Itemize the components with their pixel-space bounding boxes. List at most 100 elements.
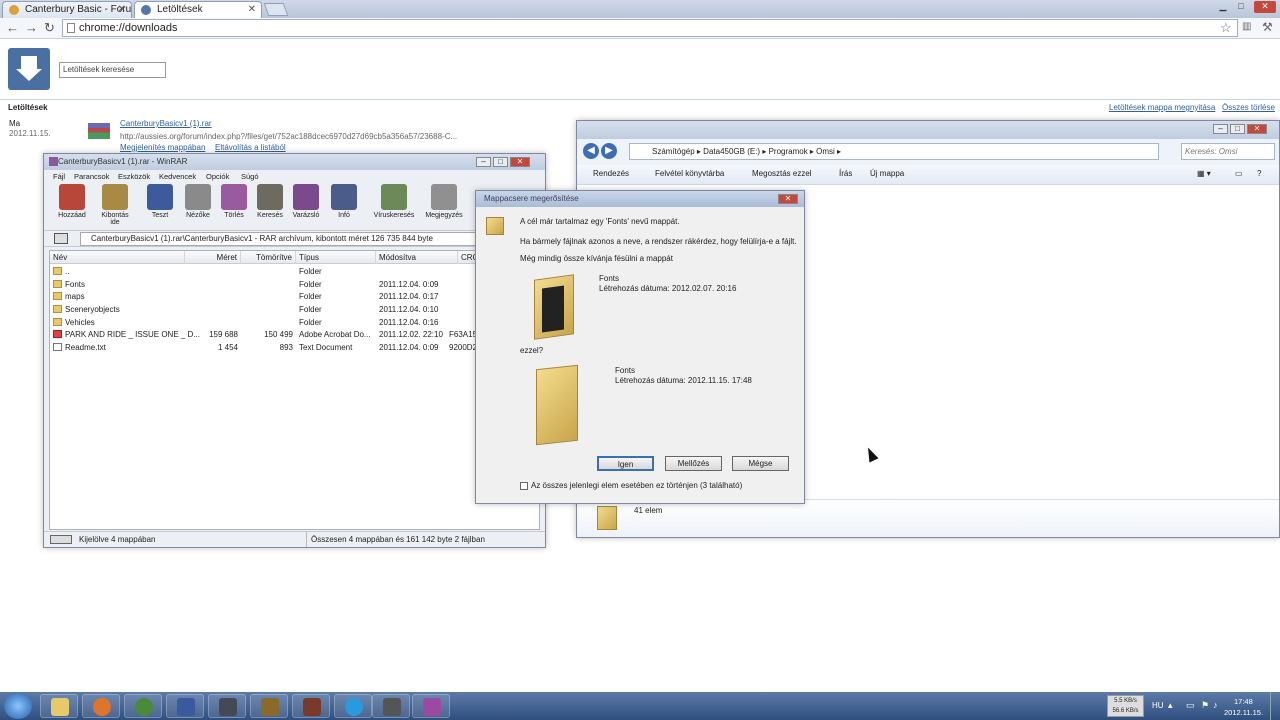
view-options-icon[interactable]: ▦ ▾ xyxy=(1197,165,1211,183)
tool-add[interactable]: Hozzáad xyxy=(54,184,90,226)
tool-comment[interactable]: Megjegyzés xyxy=(422,184,466,226)
forward-arrow-icon[interactable]: ▶ xyxy=(601,143,617,159)
tray-display-icon[interactable]: ▭ xyxy=(1186,700,1195,711)
taskbar-winrar[interactable] xyxy=(412,694,450,718)
back-arrow-icon[interactable]: ← xyxy=(6,20,19,35)
archive-path[interactable]: CanterburyBasicv1 (1).rar\CanterburyBasi… xyxy=(80,232,540,246)
taskbar-notepad[interactable] xyxy=(166,694,204,718)
help-icon[interactable]: ? xyxy=(1257,165,1261,183)
tray-flag-icon[interactable]: ⚑ xyxy=(1201,700,1209,711)
new-tab-button[interactable] xyxy=(263,3,289,16)
explorer-search-input[interactable]: Keresés: Omsi xyxy=(1181,143,1275,160)
organize-button[interactable]: Rendezés xyxy=(593,165,629,183)
tool-find[interactable]: Keresés xyxy=(252,184,288,226)
clock-date[interactable]: 2012.11.15. xyxy=(1224,708,1263,717)
tab-downloads[interactable]: Letöltések ✕ xyxy=(134,1,262,18)
preview-pane-icon[interactable]: ▭ xyxy=(1235,165,1243,183)
menu-file[interactable]: Fájl xyxy=(53,171,65,183)
language-indicator[interactable]: HU xyxy=(1152,701,1164,710)
skip-button[interactable]: Mellőzés xyxy=(665,456,722,471)
yes-button[interactable]: Igen xyxy=(597,456,654,471)
show-desktop-button[interactable] xyxy=(1270,692,1280,720)
remove-from-list-link[interactable]: Eltávolítás a listából xyxy=(215,143,286,152)
close-icon[interactable]: ✕ xyxy=(118,2,126,17)
column-packed[interactable]: Tömörítve xyxy=(241,251,296,264)
menu-favorites[interactable]: Kedvencek xyxy=(159,171,196,183)
reload-icon[interactable]: ↻ xyxy=(44,20,55,36)
table-row[interactable]: Fonts Folder 2011.12.04. 0:09 xyxy=(50,279,539,292)
minimize-button[interactable]: – xyxy=(1213,124,1228,134)
star-icon[interactable]: ☆ xyxy=(1220,20,1232,36)
menu-help[interactable]: Súgó xyxy=(241,171,259,183)
table-row[interactable]: PARK AND RIDE _ ISSUE ONE _ D... 159 688… xyxy=(50,329,539,342)
table-row[interactable]: Readme.txt 1 454 893 Text Document 2011.… xyxy=(50,342,539,355)
address-bar[interactable]: chrome://downloads xyxy=(62,19,1238,37)
maximize-button[interactable]: □ xyxy=(1230,124,1245,134)
tray-arrow-icon[interactable]: ▴ xyxy=(1168,700,1173,711)
folder-warning-icon xyxy=(486,217,504,235)
window-title: CanterburyBasicv1 (1).rar - WinRAR xyxy=(58,157,188,166)
explorer-breadcrumb[interactable]: Számítógép ▸ Data450GB (E:) ▸ Programok … xyxy=(629,143,1159,160)
table-row[interactable]: Vehicles Folder 2011.12.04. 0:16 xyxy=(50,317,539,330)
maximize-button[interactable]: □ xyxy=(1234,1,1248,13)
tool-view[interactable]: Nézőke xyxy=(180,184,216,226)
clear-all-link[interactable]: Összes törlése xyxy=(1222,103,1275,112)
taskbar-steam[interactable] xyxy=(208,694,246,718)
breadcrumb-item[interactable]: Számítógép xyxy=(652,147,695,156)
taskbar-winamp[interactable] xyxy=(250,694,288,718)
new-folder-button[interactable]: Új mappa xyxy=(870,165,904,183)
apply-to-all-checkbox[interactable] xyxy=(520,482,528,490)
taskbar-chrome[interactable] xyxy=(124,694,162,718)
bars-icon[interactable]: ▥ xyxy=(1242,21,1251,32)
tool-info[interactable]: Infó xyxy=(326,184,362,226)
download-file-link[interactable]: CanterburyBasicv1 (1).rar xyxy=(120,119,212,128)
breadcrumb-item[interactable]: Omsi xyxy=(816,147,835,156)
open-downloads-folder-link[interactable]: Letöltések mappa megnyitása xyxy=(1109,103,1215,112)
table-row[interactable]: maps Folder 2011.12.04. 0:17 xyxy=(50,291,539,304)
tab-canterbury-forum[interactable]: Canterbury Basic - Forum ✕ xyxy=(2,1,132,18)
column-name[interactable]: Név xyxy=(50,251,185,264)
maximize-button[interactable]: □ xyxy=(493,157,508,167)
taskbar-game[interactable] xyxy=(372,694,410,718)
cancel-button[interactable]: Mégse xyxy=(732,456,789,471)
menu-tools[interactable]: Eszközök xyxy=(118,171,150,183)
show-in-folder-link[interactable]: Megjelenítés mappában xyxy=(120,143,205,152)
tray-volume-icon[interactable]: ♪ xyxy=(1213,700,1218,710)
tool-virus-scan[interactable]: Víruskeresés xyxy=(372,184,416,226)
close-dialog-button[interactable]: ✕ xyxy=(778,194,798,204)
table-row[interactable]: Sceneryobjects Folder 2011.12.04. 0:10 xyxy=(50,304,539,317)
column-size[interactable]: Méret xyxy=(185,251,241,264)
taskbar-skype[interactable] xyxy=(334,694,372,718)
taskbar-explorer[interactable] xyxy=(40,694,78,718)
table-row[interactable]: .. Folder xyxy=(50,266,539,279)
tool-delete[interactable]: Törlés xyxy=(216,184,252,226)
tool-test[interactable]: Teszt xyxy=(142,184,178,226)
include-in-library-button[interactable]: Felvétel könyvtárba xyxy=(655,165,724,183)
forward-arrow-icon[interactable]: → xyxy=(25,20,38,35)
clock-time[interactable]: 17:48 xyxy=(1234,697,1253,706)
close-icon[interactable]: ✕ xyxy=(248,2,256,17)
breadcrumb-item[interactable]: Programok xyxy=(769,147,808,156)
share-with-button[interactable]: Megosztás ezzel xyxy=(752,165,812,183)
downloads-search-input[interactable]: Letöltések keresése xyxy=(59,62,166,78)
start-button[interactable] xyxy=(4,693,32,719)
close-window-button[interactable]: ✕ xyxy=(510,157,530,167)
column-modified[interactable]: Módosítva xyxy=(376,251,458,264)
net-download: 56.6 KB/s xyxy=(1112,708,1139,714)
menu-commands[interactable]: Parancsok xyxy=(74,171,109,183)
menu-options[interactable]: Opciók xyxy=(206,171,229,183)
wrench-icon[interactable]: ⚒ xyxy=(1262,20,1273,34)
breadcrumb-item[interactable]: Data450GB (E:) xyxy=(703,147,760,156)
minimize-button[interactable]: ▁ xyxy=(1216,1,1230,13)
back-arrow-icon[interactable]: ◀ xyxy=(583,143,599,159)
tool-wizard[interactable]: Varázsló xyxy=(288,184,324,226)
column-type[interactable]: Típus xyxy=(296,251,376,264)
taskbar-firefox[interactable] xyxy=(82,694,120,718)
taskbar-app[interactable] xyxy=(292,694,330,718)
burn-button[interactable]: Írás xyxy=(839,165,852,183)
tool-extract[interactable]: Kibontás ide xyxy=(97,184,133,226)
minimize-button[interactable]: – xyxy=(476,157,491,167)
close-window-button[interactable]: ✕ xyxy=(1254,1,1276,13)
up-folder-icon[interactable] xyxy=(54,233,68,244)
close-window-button[interactable]: ✕ xyxy=(1247,124,1267,134)
